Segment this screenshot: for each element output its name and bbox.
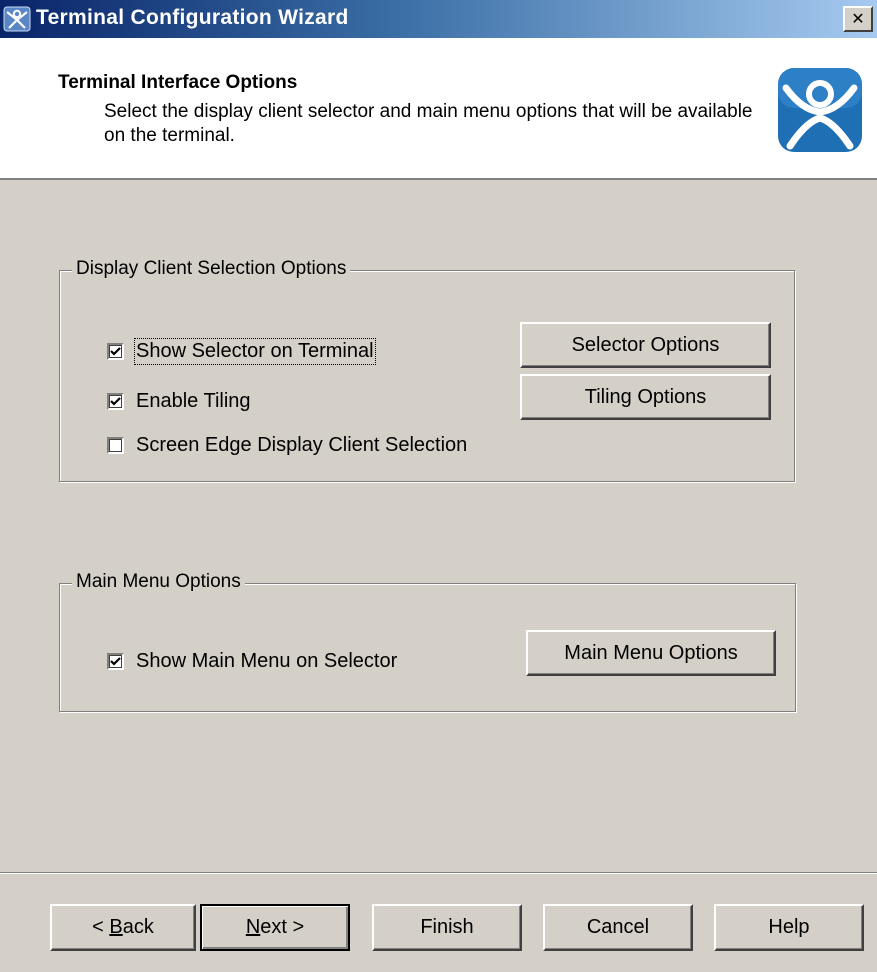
main-menu-options-label: Main Menu Options bbox=[564, 641, 738, 664]
display-group-legend: Display Client Selection Options bbox=[72, 258, 351, 280]
cancel-label: Cancel bbox=[586, 916, 650, 938]
show-selector-label: Show Selector on Terminal bbox=[134, 338, 376, 365]
tiling-options-button[interactable]: Tiling Options bbox=[520, 374, 771, 420]
selector-options-button[interactable]: Selector Options bbox=[520, 322, 771, 368]
screen-edge-label: Screen Edge Display Client Selection bbox=[136, 434, 468, 456]
help-label: Help bbox=[768, 916, 810, 938]
page-description: Select the display client selector and m… bbox=[104, 101, 753, 146]
finish-label: Finish bbox=[420, 916, 474, 938]
wizard-header: Terminal Interface Options Select the di… bbox=[0, 38, 877, 180]
thinmanager-logo-icon bbox=[778, 68, 862, 152]
main-menu-options-button[interactable]: Main Menu Options bbox=[526, 630, 776, 676]
back-button[interactable]: < Back bbox=[50, 904, 196, 951]
show-main-menu-checkbox[interactable] bbox=[107, 653, 124, 670]
cancel-button[interactable]: Cancel bbox=[543, 904, 693, 951]
show-selector-checkbox-row[interactable]: Show Selector on Terminal bbox=[107, 338, 376, 365]
help-button[interactable]: Help bbox=[714, 904, 864, 951]
close-icon: ✕ bbox=[851, 11, 865, 28]
close-button[interactable]: ✕ bbox=[843, 6, 873, 32]
page-title: Terminal Interface Options bbox=[58, 72, 298, 93]
checkmark-icon bbox=[110, 347, 121, 356]
next-button[interactable]: Next > bbox=[200, 904, 350, 951]
finish-button[interactable]: Finish bbox=[372, 904, 522, 951]
enable-tiling-checkbox-row[interactable]: Enable Tiling bbox=[107, 390, 251, 413]
show-main-menu-label: Show Main Menu on Selector bbox=[136, 650, 398, 672]
checkmark-icon bbox=[110, 397, 121, 406]
next-label: Next > bbox=[245, 916, 305, 938]
screen-edge-checkbox[interactable] bbox=[107, 437, 124, 454]
enable-tiling-label: Enable Tiling bbox=[136, 390, 251, 412]
footer-divider bbox=[0, 872, 877, 874]
tiling-options-label: Tiling Options bbox=[584, 385, 707, 408]
main-menu-group-legend: Main Menu Options bbox=[72, 571, 245, 593]
show-selector-checkbox[interactable] bbox=[107, 343, 124, 360]
app-icon bbox=[3, 6, 31, 32]
screen-edge-checkbox-row[interactable]: Screen Edge Display Client Selection bbox=[107, 434, 467, 457]
window-title: Terminal Configuration Wizard bbox=[36, 6, 349, 29]
back-label: < Back bbox=[92, 916, 154, 938]
show-main-menu-checkbox-row[interactable]: Show Main Menu on Selector bbox=[107, 650, 397, 673]
selector-options-label: Selector Options bbox=[571, 333, 720, 356]
checkmark-icon bbox=[110, 657, 121, 666]
window-titlebar: Terminal Configuration Wizard ✕ bbox=[0, 0, 877, 38]
enable-tiling-checkbox[interactable] bbox=[107, 393, 124, 410]
